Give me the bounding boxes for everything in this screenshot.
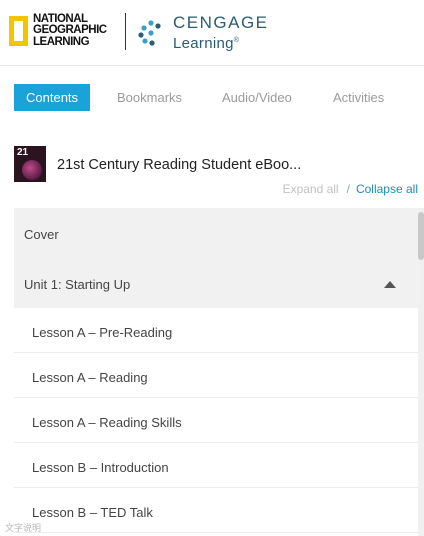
watermark: 文字说明 (5, 523, 42, 533)
header-divider (125, 13, 126, 50)
list-item[interactable]: Lesson B – TED Talk (14, 488, 418, 533)
collapse-all-link[interactable]: Collapse all (356, 182, 418, 196)
collapse-caret-icon[interactable] (384, 281, 396, 288)
table-of-contents: Cover Unit 1: Starting Up Lesson A – Pre… (14, 208, 418, 536)
list-item[interactable]: Lesson B – Introduction (14, 443, 418, 488)
cengage-dots-icon (138, 20, 161, 46)
national-geographic-logo: NATIONAL GEOGRAPHIC LEARNING (9, 12, 107, 50)
cengage-logo: CENGAGE Learning® (137, 14, 269, 52)
header: NATIONAL GEOGRAPHIC LEARNING CENGAGE Lea… (0, 0, 424, 66)
scrollbar-thumb[interactable] (418, 212, 424, 260)
list-item[interactable]: Lesson A – Pre-Reading (14, 308, 418, 353)
tab-audio-video[interactable]: Audio/Video (222, 84, 292, 111)
book-title[interactable]: 21st Century Reading Student eBoo... (57, 157, 301, 173)
toc-item-cover[interactable]: Cover (24, 227, 59, 242)
toc-scrollbar[interactable] (418, 208, 424, 536)
expand-collapse-controls: Expand all / Collapse all (283, 182, 418, 196)
lesson-label: Lesson A – Reading Skills (32, 415, 182, 430)
toc-unit-1[interactable]: Unit 1: Starting Up (24, 277, 130, 292)
yellow-frame-icon (9, 16, 28, 46)
lesson-list: Lesson A – Pre-Reading Lesson A – Readin… (14, 308, 418, 533)
tab-bookmarks[interactable]: Bookmarks (117, 84, 182, 111)
tab-activities[interactable]: Activities (333, 84, 384, 111)
book-cover-thumbnail: 21 (14, 146, 46, 182)
learning-wordmark: Learning (173, 35, 234, 52)
cover-number: 21 (17, 147, 29, 158)
trademark-symbol: ® (233, 37, 240, 44)
list-item[interactable]: Lesson A – Reading (14, 353, 418, 398)
cengage-wordmark: CENGAGE (173, 13, 269, 32)
panel-tabs: Contents Bookmarks Audio/Video Activitie… (0, 84, 424, 111)
book-header: 21 21st Century Reading Student eBoo... (14, 146, 414, 182)
separator: / (346, 182, 350, 196)
lesson-label: Lesson A – Pre-Reading (32, 325, 173, 340)
lesson-label: Lesson B – TED Talk (32, 505, 153, 520)
ng-logo-line-3: LEARNING (33, 35, 90, 48)
tab-contents[interactable]: Contents (14, 84, 91, 111)
list-item[interactable]: Lesson A – Reading Skills (14, 398, 418, 443)
lesson-label: Lesson B – Introduction (32, 460, 169, 475)
lesson-label: Lesson A – Reading (32, 370, 148, 385)
expand-all-link[interactable]: Expand all (283, 182, 339, 196)
